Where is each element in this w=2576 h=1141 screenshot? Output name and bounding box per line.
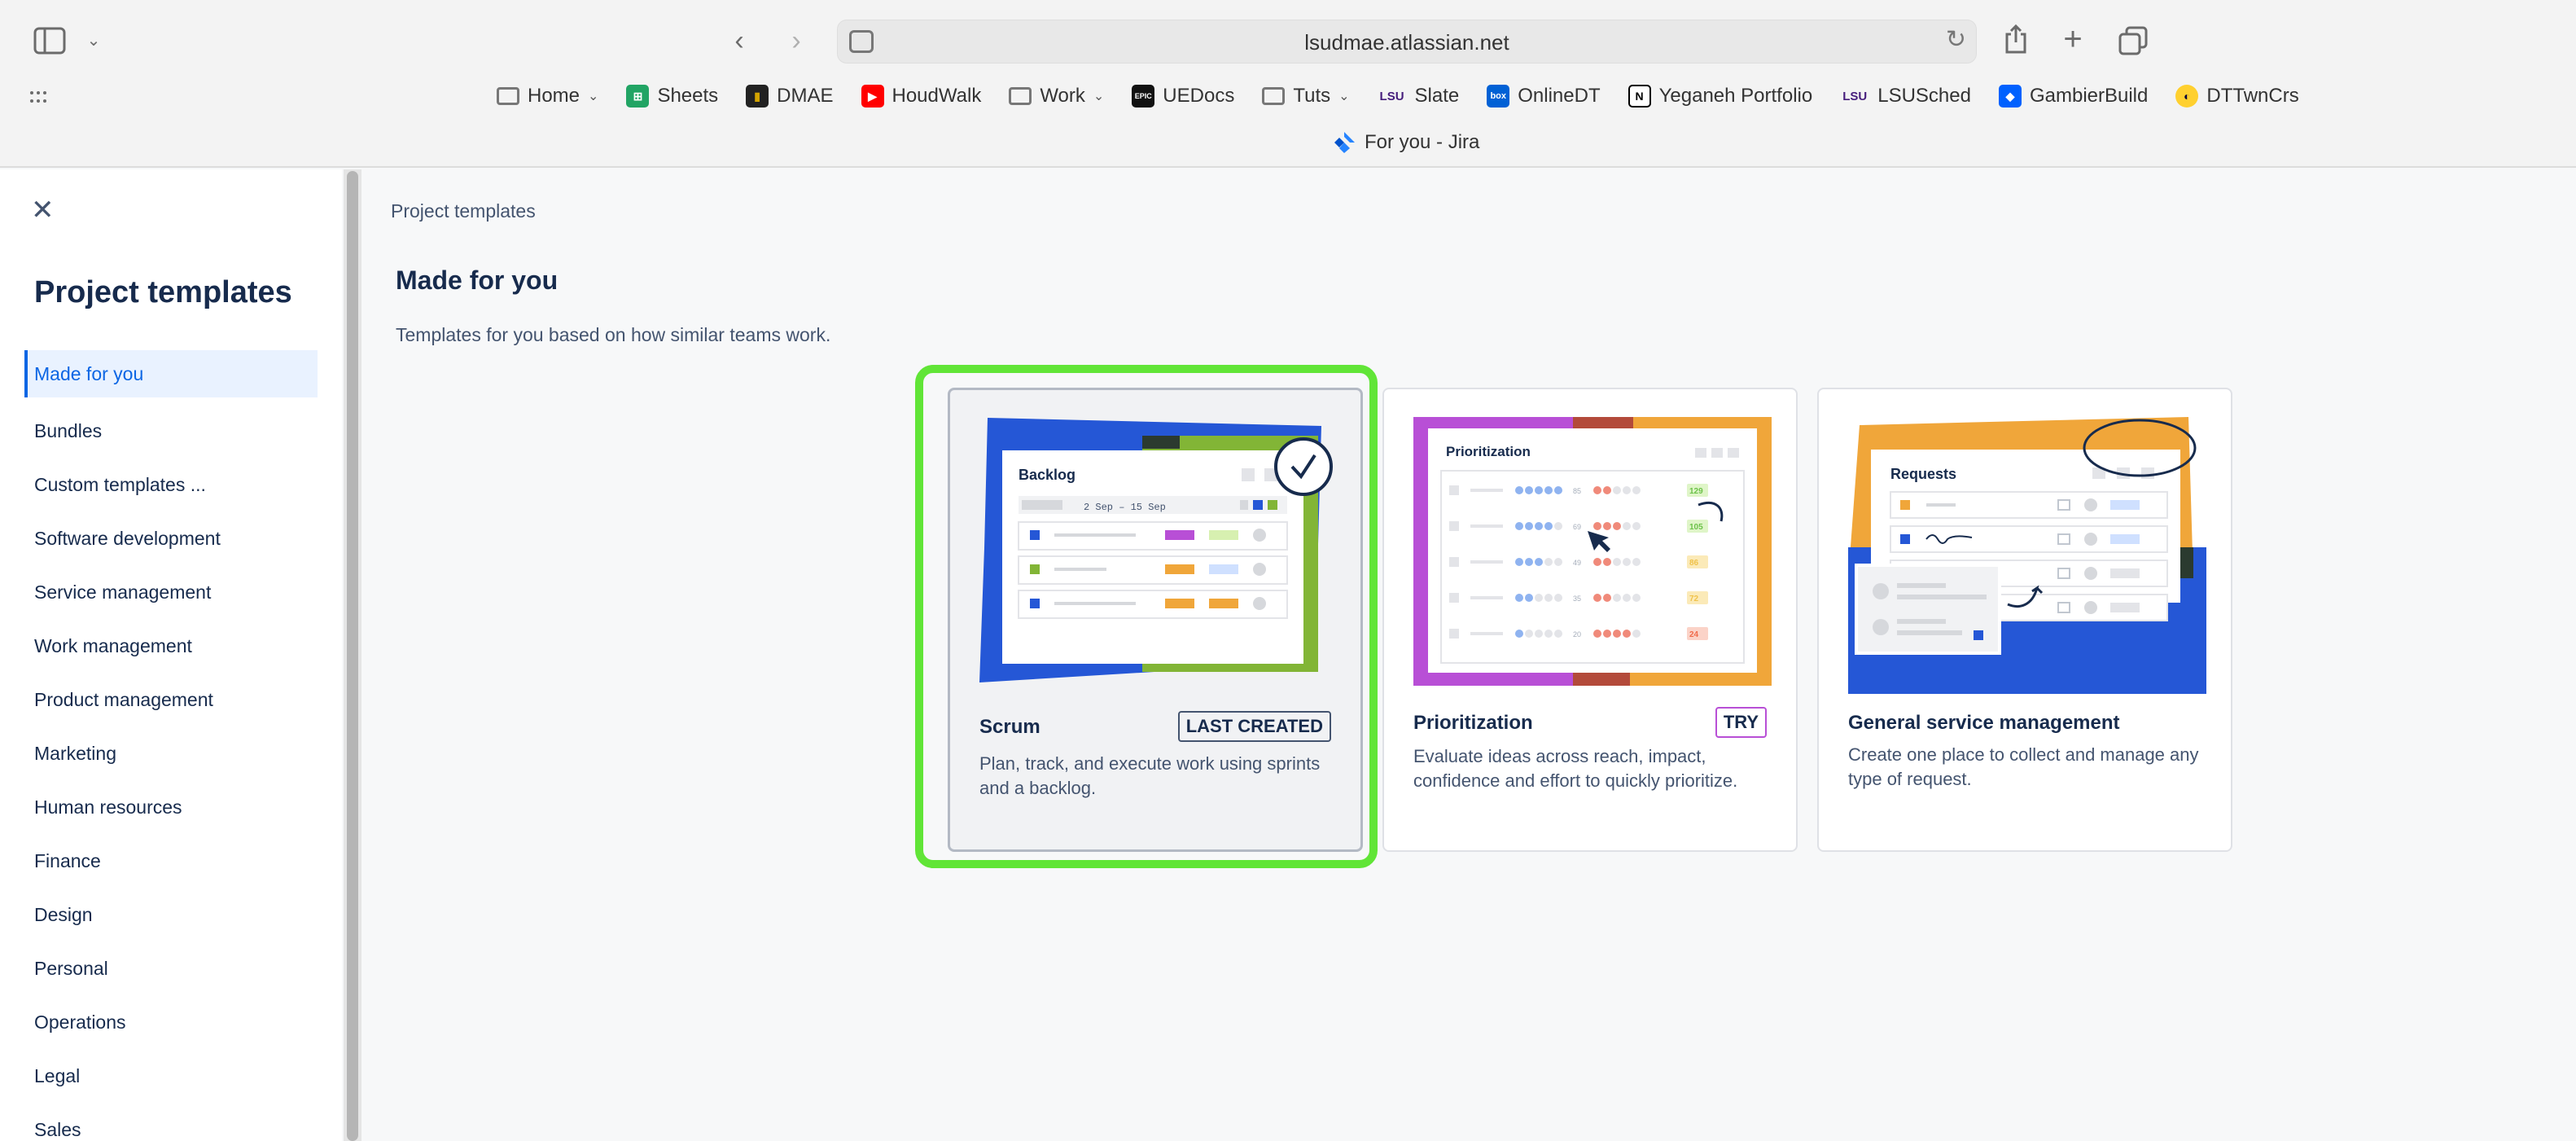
sidebar-scrollbar-thumb[interactable] bbox=[347, 171, 358, 1141]
folder-icon bbox=[1262, 87, 1286, 105]
sidebar-title: Project templates bbox=[34, 275, 292, 309]
template-description: Plan, track, and execute work using spri… bbox=[979, 753, 1321, 798]
try-badge: TRY bbox=[1715, 707, 1767, 738]
row-value: 85 bbox=[1573, 487, 1581, 495]
bookmark-tuts[interactable]: Tuts ⌄ bbox=[1262, 85, 1350, 108]
bookmark-onlinedt[interactable]: box OnlineDT bbox=[1487, 85, 1601, 108]
bookmark-work[interactable]: Work ⌄ bbox=[1009, 85, 1104, 108]
template-description: Evaluate ideas across reach, impact, con… bbox=[1413, 746, 1738, 791]
section-heading: Made for you bbox=[396, 266, 559, 295]
nav-item-human-resources[interactable]: Human resources bbox=[24, 780, 318, 834]
row-value: 69 bbox=[1573, 523, 1581, 531]
chevron-down-icon: ⌄ bbox=[1093, 90, 1105, 103]
templates-main: Project templates Made for you Templates… bbox=[361, 169, 2576, 1141]
template-card-scrum[interactable]: Backlog 2 Sep – 15 Sep Scrum LAST CREATE… bbox=[948, 388, 1363, 852]
nav-item-personal[interactable]: Personal bbox=[24, 941, 318, 995]
illustration-title: Requests bbox=[1890, 466, 1956, 482]
close-icon[interactable]: ✕ bbox=[31, 194, 55, 226]
folder-icon bbox=[497, 87, 519, 105]
nav-item-bundles[interactable]: Bundles bbox=[24, 404, 318, 458]
row-value: 20 bbox=[1573, 630, 1581, 639]
score-value: 86 bbox=[1689, 559, 1699, 568]
template-card-prioritization[interactable]: Prioritization 85 129 69 105 49 86 35 72 20 24 Pr… bbox=[1382, 388, 1798, 852]
url-text: lsudmae.atlassian.net bbox=[1304, 30, 1509, 55]
back-arrow-icon[interactable]: ‹ bbox=[723, 23, 756, 59]
nav-item-finance[interactable]: Finance bbox=[24, 834, 318, 888]
chevron-down-icon: ⌄ bbox=[1338, 90, 1350, 103]
sheets-icon: ⊞ bbox=[626, 85, 650, 108]
nav-item-software-development[interactable]: Software development bbox=[24, 511, 318, 565]
nav-item-product-management[interactable]: Product management bbox=[24, 673, 318, 726]
chevron-down-icon[interactable]: ⌄ bbox=[81, 28, 106, 52]
illustration-title: Prioritization bbox=[1446, 444, 1531, 459]
score-value: 72 bbox=[1689, 595, 1699, 603]
bookmark-dmae[interactable]: ▮ DMAE bbox=[746, 85, 834, 108]
bookmark-dttwncrs[interactable]: ◐ DTTwnCrs bbox=[2175, 85, 2299, 108]
nav-item-legal[interactable]: Legal bbox=[24, 1049, 318, 1103]
share-icon[interactable] bbox=[2000, 21, 2032, 57]
template-name: Scrum bbox=[979, 716, 1040, 738]
illustration-sprint-dates: 2 Sep – 15 Sep bbox=[1084, 502, 1166, 513]
notion-icon: N bbox=[1628, 85, 1651, 108]
folder-icon bbox=[1009, 87, 1032, 105]
nav-item-operations[interactable]: Operations bbox=[24, 995, 318, 1049]
bookmark-houdwalk[interactable]: ▶ HoudWalk bbox=[861, 85, 981, 108]
bookmark-gambierbuild[interactable]: ◆ GambierBuild bbox=[1998, 85, 2148, 108]
template-name: General service management bbox=[1848, 712, 2120, 734]
bookmark-sheets[interactable]: ⊞ Sheets bbox=[626, 85, 718, 108]
nav-item-marketing[interactable]: Marketing bbox=[24, 726, 318, 780]
score-value: 105 bbox=[1689, 523, 1703, 532]
bookmark-home[interactable]: Home ⌄ bbox=[497, 85, 598, 108]
nav-item-work-management[interactable]: Work management bbox=[24, 619, 318, 673]
sidebar-toggle-icon[interactable] bbox=[31, 24, 68, 57]
forward-arrow-icon[interactable]: › bbox=[780, 23, 813, 59]
nav-item-made-for-you[interactable]: Made for you bbox=[24, 350, 318, 397]
prioritization-illustration: Prioritization 85 129 69 105 49 86 35 72 20 24 bbox=[1413, 417, 1772, 686]
dropbox-icon: ◆ bbox=[1998, 85, 2022, 108]
score-value: 129 bbox=[1689, 487, 1703, 496]
new-tab-plus-icon[interactable]: + bbox=[2057, 21, 2089, 57]
bookmark-slate[interactable]: LSU Slate bbox=[1378, 85, 1460, 108]
tab-overview-icon[interactable] bbox=[2115, 23, 2151, 59]
tab-title: For you - Jira bbox=[1365, 131, 1480, 153]
bookmark-lsusched[interactable]: LSU LSUSched bbox=[1840, 85, 1971, 108]
nav-item-sales[interactable]: Sales bbox=[24, 1103, 318, 1141]
box-icon: box bbox=[1487, 85, 1510, 108]
chevron-down-icon: ⌄ bbox=[588, 90, 599, 103]
nav-item-service-management[interactable]: Service management bbox=[24, 565, 318, 619]
jira-icon bbox=[1334, 132, 1355, 153]
grid-apps-icon[interactable] bbox=[26, 85, 50, 109]
bookmark-yeganeh-portfolio[interactable]: N Yeganeh Portfolio bbox=[1628, 85, 1812, 108]
lsu-icon: LSU bbox=[1379, 89, 1404, 103]
row-value: 49 bbox=[1573, 559, 1581, 567]
last-created-badge: LAST CREATED bbox=[1177, 711, 1331, 742]
templates-sidebar: ✕ Project templates Made for you Bundles… bbox=[0, 169, 342, 1141]
miro-icon: ◐ bbox=[2175, 85, 2199, 108]
address-bar[interactable]: lsudmae.atlassian.net ↻ bbox=[837, 20, 1977, 64]
epic-icon: EPIC bbox=[1132, 85, 1155, 108]
bookmark-uedocs[interactable]: EPIC UEDocs bbox=[1132, 85, 1234, 108]
bookmarks-bar: Home ⌄ ⊞ Sheets ▮ DMAE ▶ HoudWalk Work ⌄… bbox=[497, 80, 2299, 112]
category-nav: Made for you Bundles Custom templates ..… bbox=[24, 350, 318, 1141]
dmae-icon: ▮ bbox=[746, 85, 769, 108]
template-name: Prioritization bbox=[1413, 712, 1533, 734]
breadcrumb[interactable]: Project templates bbox=[391, 200, 536, 222]
service-management-illustration: Requests bbox=[1848, 417, 2206, 694]
youtube-icon: ▶ bbox=[861, 85, 884, 108]
active-tab[interactable]: For you - Jira bbox=[1332, 130, 1479, 155]
score-value: 24 bbox=[1689, 630, 1699, 639]
reload-icon[interactable]: ↻ bbox=[1946, 25, 1966, 54]
nav-item-design[interactable]: Design bbox=[24, 888, 318, 941]
browser-chrome: ⌄ ‹ › lsudmae.atlassian.net ↻ + Home ⌄ ⊞… bbox=[0, 0, 2576, 168]
template-description: Create one place to collect and manage a… bbox=[1848, 744, 2199, 789]
section-description: Templates for you based on how similar t… bbox=[396, 324, 831, 345]
illustration-title: Backlog bbox=[1019, 467, 1076, 483]
scrum-illustration: Backlog 2 Sep – 15 Sep bbox=[979, 418, 1333, 682]
template-card-general-service-management[interactable]: Requests General service management Crea… bbox=[1817, 388, 2232, 852]
lsu-icon: LSU bbox=[1842, 89, 1868, 103]
row-value: 35 bbox=[1573, 595, 1581, 603]
nav-item-custom-templates[interactable]: Custom templates ... bbox=[24, 458, 318, 511]
